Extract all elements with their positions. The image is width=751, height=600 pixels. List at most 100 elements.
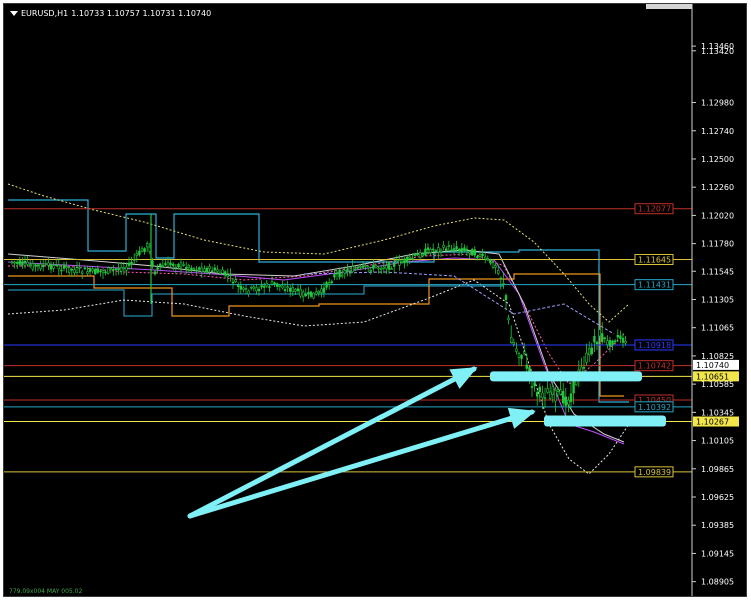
candle-body [390, 268, 393, 270]
candle-body [452, 248, 456, 252]
candle-body [107, 267, 110, 274]
candle-body [624, 341, 627, 344]
candle-body [125, 266, 128, 271]
candle-body [598, 329, 601, 337]
level-tag-label: 1.09839 [638, 468, 671, 477]
candle-body [606, 340, 609, 345]
candle-body [530, 386, 534, 388]
candle-body [190, 267, 193, 272]
candle-body [23, 260, 27, 263]
candle-body [546, 388, 549, 393]
candle-body [330, 281, 333, 283]
candle-body [54, 264, 58, 266]
candle-body [512, 342, 515, 345]
candle-body [291, 287, 294, 293]
candle-body [572, 381, 575, 394]
candle-body [582, 367, 586, 369]
candle-body [587, 348, 591, 356]
arrows [187, 366, 536, 519]
candle-body [343, 270, 346, 274]
candle-body [616, 334, 620, 338]
candle-body [143, 248, 146, 252]
candle-body [205, 267, 209, 273]
symbol-timeframe: EURUSD,H1 [21, 9, 69, 18]
candle-body [369, 269, 372, 272]
candle-body [327, 282, 331, 285]
candle-body [476, 255, 479, 258]
candle-body [359, 266, 362, 268]
candle-body [159, 263, 162, 267]
candle-body [486, 258, 489, 260]
candle-body [195, 269, 198, 272]
candle-body [224, 271, 227, 276]
candle-body [257, 288, 261, 292]
candle-body [499, 277, 502, 280]
candle-body [273, 282, 276, 284]
candle-body [504, 295, 508, 300]
candle-body [221, 269, 224, 274]
candle-body [109, 267, 113, 270]
candle-body [140, 248, 144, 252]
candle-body [127, 262, 131, 266]
axis-tick-label: 1.13420 [701, 47, 734, 56]
candle-body [364, 265, 367, 267]
candle-body [31, 263, 34, 270]
candle-body [278, 285, 281, 287]
candle-body [94, 269, 97, 275]
candle-body [585, 352, 588, 363]
candle-body [517, 353, 521, 359]
candle-body [211, 270, 214, 273]
candle-body [507, 317, 510, 321]
candle-body [491, 262, 495, 268]
chart-window[interactable]: 1.13460 1.13420 1.12980 1.12740 1.12500 1.122… [3, 3, 747, 597]
candle-body [182, 264, 185, 266]
candle-body [561, 391, 565, 404]
candle-body [88, 268, 92, 272]
candle-body [385, 265, 388, 270]
candle-body [439, 249, 443, 253]
candle-body [483, 256, 487, 260]
candle-body [250, 286, 253, 289]
candle-body [361, 265, 365, 268]
candle-body [608, 340, 612, 347]
axis-tick-label: 1.12020 [701, 211, 734, 220]
price-chart[interactable]: 1.134601.134201.129801.127401.125001.122… [4, 4, 747, 597]
candle-body [494, 265, 497, 268]
candle-body [470, 249, 474, 256]
candle-body [400, 261, 404, 264]
axis-tick-label: 1.10825 [701, 352, 734, 361]
axis-tick-label: 1.10105 [701, 437, 734, 446]
candle-body [551, 386, 555, 395]
candle-body [320, 288, 323, 293]
candle-body [73, 269, 76, 273]
axis-tick-label: 1.12740 [701, 127, 734, 136]
candle-body [387, 262, 391, 270]
candle-body [120, 267, 123, 272]
indicator-line [7, 183, 630, 323]
candle-body [457, 248, 461, 251]
candle-body [112, 268, 115, 271]
lower-zone-marker [544, 415, 666, 427]
candle-body [377, 267, 380, 270]
candle-body [294, 289, 297, 292]
candle-body [130, 261, 133, 265]
candle-body [429, 249, 432, 254]
candle-body [247, 290, 250, 295]
candle-body [411, 258, 414, 260]
candle-body [590, 347, 594, 355]
candles [10, 214, 627, 417]
candle-body [554, 389, 557, 402]
candle-body [242, 287, 245, 290]
candle-body [450, 249, 453, 252]
candle-body [44, 263, 48, 265]
dropdown-triangle-icon[interactable] [10, 11, 18, 16]
candle-body [122, 267, 126, 270]
candle-body [255, 287, 258, 292]
candle-body [567, 399, 570, 405]
candle-body [198, 267, 201, 270]
candle-body [13, 261, 16, 264]
chart-scroll-handle[interactable] [646, 4, 692, 9]
level-tag-label: 1.11645 [638, 255, 671, 264]
chart-title: EURUSD,H1 1.10733 1.10757 1.10731 1.1074… [10, 9, 211, 18]
axis-tick-label: 1.12260 [701, 183, 734, 192]
